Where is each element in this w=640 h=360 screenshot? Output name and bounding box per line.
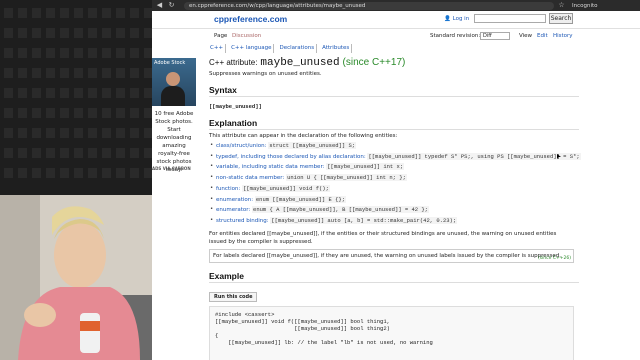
standard-revision-label: Standard revision: [430,33,481,39]
entity-link[interactable]: function: [216,186,240,192]
user-icon: 👤 [444,16,451,22]
paragraph-entities: For entities declared [[maybe_unused]], … [209,230,557,245]
title-main: maybe_unused [260,57,340,69]
entity-link[interactable]: enumerator: [216,207,250,213]
code-line: #include <cassert> [215,310,275,318]
reload-icon[interactable]: ↻ [167,1,176,10]
entity-link[interactable]: class/struct/union: [216,143,267,149]
list-item: enumerator: enum { A [[maybe_unused]], B… [209,205,579,216]
ad-title: Adobe Stock [154,60,186,66]
entity-code: enum { A [[maybe_unused]], B [[maybe_unu… [252,206,429,214]
ad-via-label[interactable]: ADS VIA CARBON [152,166,191,171]
standard-revision-select[interactable]: Diff [480,32,510,40]
stream-overlay-panel [0,0,152,195]
code-line: { [215,331,219,339]
list-item: enumeration: enum [[maybe_unused]] E {}; [209,195,579,206]
article-content: C++ attribute: maybe_unused (since C++17… [209,56,581,360]
page-title: C++ attribute: maybe_unused (since C++17… [209,56,579,69]
ad-text[interactable]: 10 free Adobe Stock photos. Start downlo… [154,110,194,174]
run-code-button[interactable]: Run this code [209,291,258,302]
syntax-text: [[maybe_unused]] [209,103,262,110]
tab-discussion[interactable]: Discussion [232,33,261,39]
explanation-intro: This attribute can appear in the declara… [209,133,398,139]
tab-view[interactable]: View [519,33,532,39]
example-heading: Example [209,271,579,283]
entity-link[interactable]: typedef, including those declared by ali… [216,154,366,160]
entity-link[interactable]: structured binding: [216,218,269,224]
code-line: [[maybe_unused]] void f([[maybe_unused]]… [215,317,390,325]
entity-code: struct [[maybe_unused]] S; [268,142,357,149]
paragraph-labels: For labels declared [[maybe_unused]], if… [213,252,561,259]
tab-history[interactable]: History [553,33,573,39]
code-line: [[maybe_unused]] bool thing2) [215,324,390,332]
address-bar[interactable]: en.cppreference.com/w/cpp/language/attri… [184,1,554,10]
list-item: class/struct/union: struct [[maybe_unuse… [209,141,579,152]
explanation-heading: Explanation [209,118,579,130]
breadcrumb-item[interactable]: C++ [208,44,227,53]
entity-code: union U { [[maybe_unused]] int n; }; [286,174,407,182]
tab-page[interactable]: Page [214,33,227,39]
webcam-feed [0,195,152,360]
back-icon[interactable]: ◀ [155,1,164,10]
search-input[interactable] [474,14,546,23]
incognito-label: Incognito [572,2,598,9]
entity-code: enum [[maybe_unused]] E {}; [254,195,346,203]
code-line: [[maybe_unused]] lb: // the label "lb" i… [215,338,433,346]
list-item: function: [[maybe_unused]] void f(); [209,184,579,195]
breadcrumb-item[interactable]: Attributes [320,44,353,53]
labels-note-box: For labels declared [[maybe_unused]], if… [209,248,574,263]
syntax-heading: Syntax [209,85,579,97]
bookmark-star-icon[interactable]: ☆ [557,1,566,10]
browser-toolbar: ◀ ↻ en.cppreference.com/w/cpp/language/a… [152,0,640,11]
entity-link[interactable]: non-static data member: [216,175,284,181]
login-link[interactable]: 👤 Log in [444,16,469,22]
list-item: variable, including static data member: … [209,162,579,173]
entity-link[interactable]: variable, including static data member: [216,164,324,170]
entity-code: [[maybe_unused]] typedef S* PS;, using P… [367,152,581,160]
webcam-person-image [0,195,152,360]
list-item: structured binding: [[maybe_unused]] aut… [209,216,579,227]
search-button[interactable]: Search [549,13,573,24]
list-item: non-static data member: union U { [[mayb… [209,173,579,184]
summary: Suppresses warnings on unused entities. [209,71,322,77]
breadcrumb: C++ C++ language Declarations Attributes [208,44,355,53]
tab-edit[interactable]: Edit [537,33,548,39]
site-header: cppreference.com 👤 Log in Search [152,11,640,29]
login-label: Log in [452,16,470,22]
ad-image[interactable]: Adobe Stock [152,58,196,106]
code-example: #include <cassert> [[maybe_unused]] void … [209,305,574,360]
site-logo[interactable]: cppreference.com [214,14,287,24]
browser-window: ◀ ↻ en.cppreference.com/w/cpp/language/a… [152,0,640,360]
entity-code: [[maybe_unused]] auto [a, b] = std::make… [270,216,458,224]
breadcrumb-item[interactable]: Declarations [277,44,318,53]
title-prefix: C++ attribute: [209,58,258,67]
sponsored-ad[interactable]: Adobe Stock 10 free Adobe Stock photos. … [152,58,196,178]
entity-code: [[maybe_unused]] void f(); [242,184,330,192]
list-item: typedef, including those declared by ali… [209,152,581,163]
entity-code: [[maybe_unused]] int x; [326,163,405,171]
breadcrumb-item[interactable]: C++ language [229,44,275,53]
labels-since: (since C++26) [537,255,571,261]
title-since: (since C++17) [342,57,406,68]
entity-list: class/struct/union: struct [[maybe_unuse… [209,141,581,227]
entity-link[interactable]: enumeration: [216,197,253,203]
page-actions-row: Page Discussion Standard revision: Diff … [152,31,640,43]
